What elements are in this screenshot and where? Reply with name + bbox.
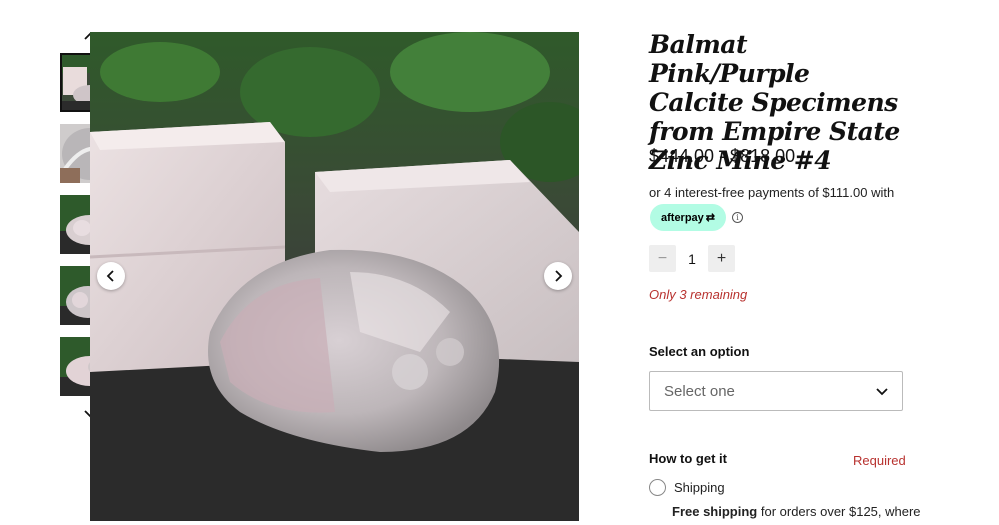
required-text: Required <box>853 453 906 468</box>
option-select[interactable]: Select one <box>649 371 903 411</box>
afterpay-installments-text: or 4 interest-free payments of $111.00 w… <box>649 185 895 200</box>
shipping-label: Shipping <box>674 480 725 495</box>
how-to-get-it-label: How to get it <box>649 451 727 466</box>
previous-image-button[interactable] <box>97 262 125 290</box>
increase-quantity-button[interactable]: + <box>708 245 735 272</box>
chevron-down-icon <box>876 388 888 396</box>
shipping-option[interactable]: Shipping <box>649 479 725 496</box>
decrease-quantity-button[interactable]: − <box>649 245 676 272</box>
select-placeholder: Select one <box>664 382 735 400</box>
quantity-value[interactable]: 1 <box>676 251 708 267</box>
free-shipping-detail: for orders over $125, where <box>757 504 921 519</box>
free-shipping-bold: Free shipping <box>672 504 758 519</box>
afterpay-row: afterpay ⇄ i <box>650 204 744 231</box>
price-range: $444.00 - $818.00 <box>649 146 796 166</box>
afterpay-arrows-icon: ⇄ <box>705 212 716 224</box>
main-product-image <box>90 32 579 521</box>
afterpay-badge[interactable]: afterpay ⇄ <box>650 204 727 231</box>
chevron-left-icon <box>106 270 114 282</box>
option-label: Select an option <box>649 344 750 359</box>
shipping-radio[interactable] <box>649 479 666 496</box>
info-icon[interactable]: i <box>732 212 744 223</box>
next-image-button[interactable] <box>544 262 572 290</box>
quantity-stepper: − 1 + <box>649 245 735 272</box>
chevron-right-icon <box>555 270 563 282</box>
calcite-photo <box>90 32 579 521</box>
stock-remaining-text: Only 3 remaining <box>649 287 748 302</box>
afterpay-logo-text: afterpay <box>661 211 704 224</box>
free-shipping-text: Free shipping for orders over $125, wher… <box>672 504 921 519</box>
